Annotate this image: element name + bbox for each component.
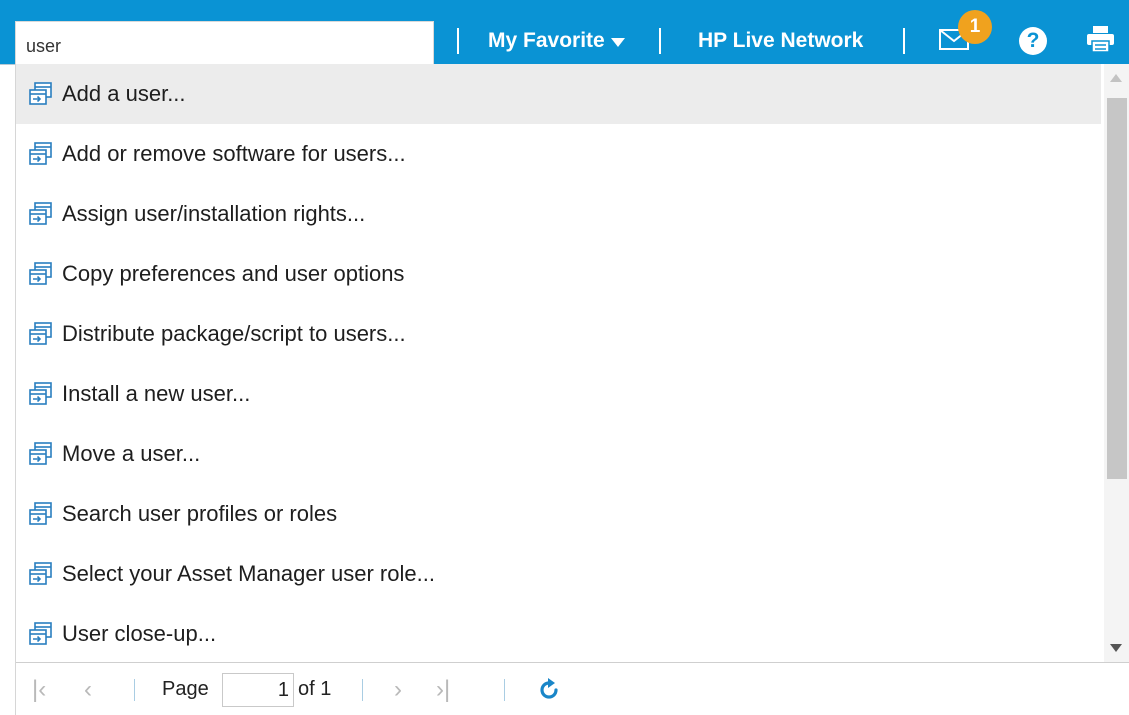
page-count-label: of 1 [298,678,332,700]
result-item-label: Search user profiles or roles [62,501,338,526]
pager-separator [134,679,135,701]
result-item[interactable]: Search user profiles or roles [16,484,1101,544]
print-icon[interactable] [1087,25,1114,53]
result-item-label: Distribute package/script to users... [62,321,406,346]
open-window-icon [28,261,54,287]
nav-separator [659,28,661,54]
scrollbar-thumb[interactable] [1107,98,1127,479]
open-window-icon [28,81,54,107]
hp-live-network-link[interactable]: HP Live Network [698,22,863,60]
vertical-scrollbar[interactable] [1104,64,1129,662]
open-window-icon [28,201,54,227]
search-results-dropdown: Add a user... Add or remove software for … [15,64,1129,715]
result-item[interactable]: Assign user/installation rights... [16,184,1101,244]
next-page-icon[interactable]: › [394,663,402,715]
open-window-icon [28,141,54,167]
my-favorite-label: My Favorite [488,29,605,52]
result-item-label: Install a new user... [62,381,251,406]
open-window-icon [28,381,54,407]
result-item[interactable]: User close-up... [16,604,1101,662]
result-item[interactable]: Move a user... [16,424,1101,484]
result-item-label: Select your Asset Manager user role... [62,561,435,586]
result-item-label: Move a user... [62,441,201,466]
page-label: Page [162,678,209,700]
my-favorite-menu[interactable]: My Favorite [488,22,625,60]
result-item[interactable]: Distribute package/script to users... [16,304,1101,364]
first-page-icon[interactable]: |‹ [32,663,46,715]
result-item[interactable]: Select your Asset Manager user role... [16,544,1101,604]
open-window-icon [28,561,54,587]
open-window-icon [28,321,54,347]
refresh-icon[interactable] [537,663,561,715]
pager-separator [504,679,505,701]
page-number-input[interactable] [222,673,294,707]
pager-separator [362,679,363,701]
previous-page-icon[interactable]: ‹ [84,663,92,715]
result-item[interactable]: Copy preferences and user options [16,244,1101,304]
result-item-label: Copy preferences and user options [62,261,405,286]
result-item-label: Assign user/installation rights... [62,201,366,226]
notification-badge[interactable]: 1 [958,10,992,44]
result-item-label: User close-up... [62,621,217,646]
open-window-icon [28,501,54,527]
result-item-label: Add a user... [62,81,186,106]
open-window-icon [28,621,54,647]
scroll-down-icon[interactable] [1110,644,1122,652]
results-list: Add a user... Add or remove software for … [16,64,1101,662]
open-window-icon [28,441,54,467]
last-page-icon[interactable]: ›| [436,663,450,715]
nav-separator [457,28,459,54]
result-item[interactable]: Add or remove software for users... [16,124,1101,184]
result-item[interactable]: Install a new user... [16,364,1101,424]
help-icon[interactable]: ? [1019,27,1047,55]
caret-down-icon [610,37,625,47]
scroll-up-icon[interactable] [1110,74,1122,82]
result-item-label: Add or remove software for users... [62,141,406,166]
result-item[interactable]: Add a user... [16,64,1101,124]
hp-live-network-label: HP Live Network [698,29,864,52]
nav-separator [903,28,905,54]
search-input[interactable] [15,21,434,64]
pagination-bar: |‹ ‹ Page of 1 › ›| [16,662,1129,715]
